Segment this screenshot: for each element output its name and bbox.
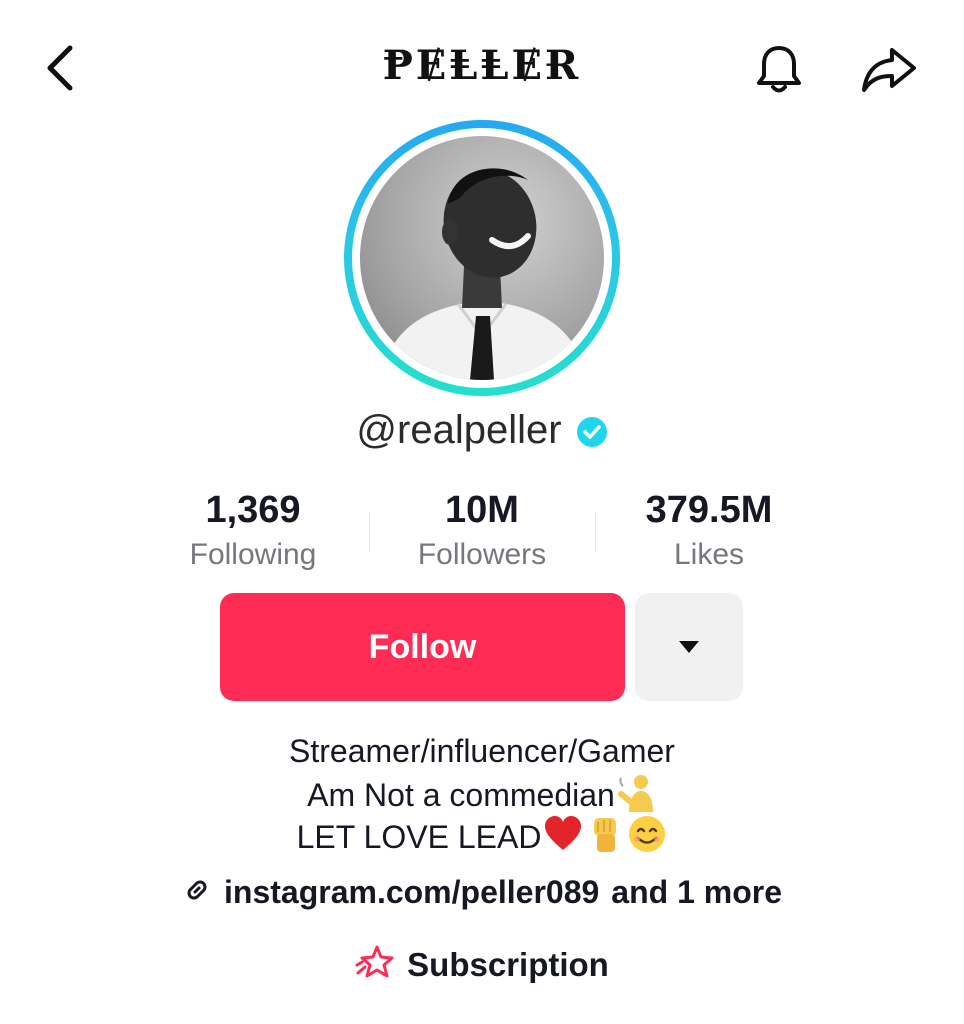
bio-text: Streamer/influencer/Gamer [289,733,675,769]
follow-button[interactable]: Follow [220,593,625,701]
share-arrow-icon [862,48,916,92]
username-row: @realpeller [0,402,964,458]
stat-likes[interactable]: 379.5M Likes [589,487,829,575]
subscription-button[interactable]: Subscription [0,940,964,990]
page-title: ⱣɆⱠⱠɆɌ [382,42,582,89]
verified-badge-icon [576,416,608,448]
subscription-label: Subscription [407,946,609,983]
stat-label: Following [189,538,317,571]
stat-followers[interactable]: 10M Followers [362,487,602,575]
smiling-face-icon [627,814,667,864]
external-link-row: instagram.com/peller089 and 1 more [0,868,964,916]
stat-value: 10M [445,489,519,531]
avatar-photo [380,168,588,380]
stat-value: 379.5M [645,489,773,531]
stat-label: Likes [673,538,745,571]
avatar[interactable] [360,136,604,380]
subscription-star-icon [355,943,395,988]
bio-line: Streamer/influencer/Gamer [0,730,964,772]
raised-fist-icon [585,814,625,864]
link-icon [182,875,212,910]
caret-down-icon [679,641,699,653]
notifications-button[interactable] [750,40,808,98]
stat-value: 1,369 [205,489,301,531]
stat-following[interactable]: 1,369 Following [133,487,373,575]
bio-line: LET LOVE LEAD [0,814,964,864]
bio-text: LET LOVE LEAD [296,819,542,855]
instagram-link[interactable]: instagram.com/peller089 [224,874,599,911]
username: @realpeller [356,407,562,452]
share-button[interactable] [858,44,920,96]
bell-icon [757,46,801,93]
more-links-button[interactable]: and 1 more [611,874,782,911]
bio-text: Am Not a commedian [307,777,615,813]
stat-label: Followers [417,538,547,571]
red-heart-icon [543,814,583,864]
more-options-button[interactable] [635,593,743,701]
